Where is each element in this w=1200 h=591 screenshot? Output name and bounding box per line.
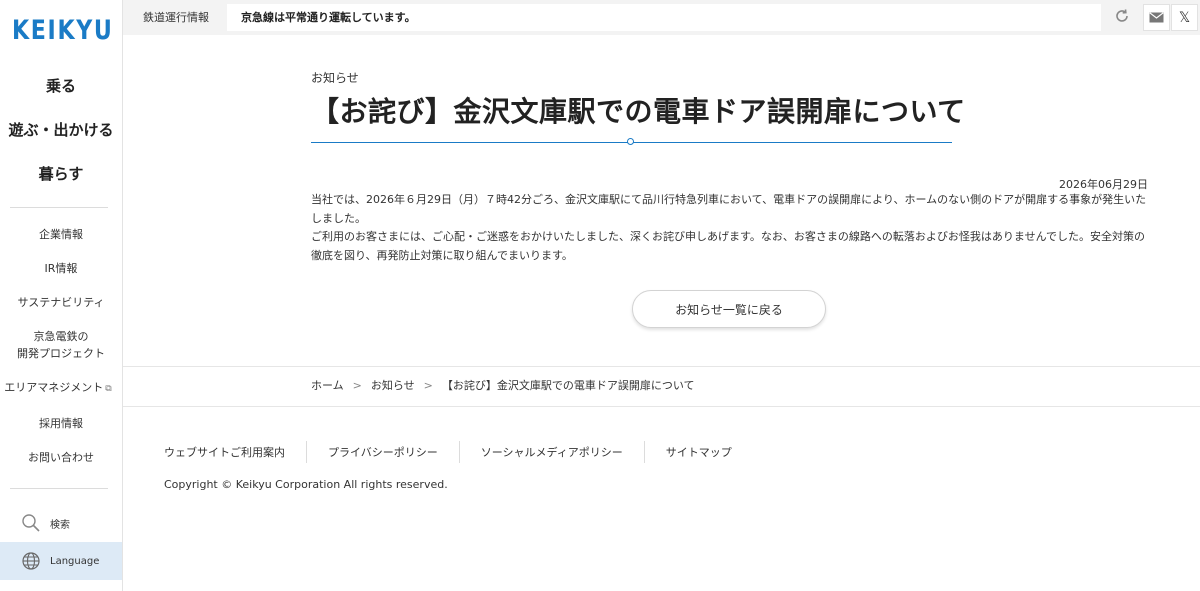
search-label: 検索 (50, 519, 70, 531)
breadcrumb-divider (123, 406, 1200, 407)
mail-button[interactable] (1143, 4, 1170, 31)
footer-link-privacy[interactable]: プライバシーポリシー (328, 444, 438, 460)
title-underline-dot (627, 138, 634, 145)
breadcrumb: ホーム > お知らせ > 【お詫び】金沢文庫駅での電車ドア誤開扉について (311, 377, 695, 393)
nav-ir-info[interactable]: IR情報 (0, 260, 122, 277)
footer-link-social-media-policy[interactable]: ソーシャルメディアポリシー (481, 444, 623, 460)
page-title: 【お詫び】金沢文庫駅での電車ドア誤開扉について (311, 95, 966, 128)
article-paragraph: ご利用のお客さまには、ご心配・ご迷惑をおかけいたしました、深くお詫び申しあげます… (311, 230, 1146, 262)
language-button[interactable]: Language (0, 542, 122, 580)
article-date: 2026年06月29日 (1059, 178, 1148, 191)
footer-link-site-guide[interactable]: ウェブサイトご利用案内 (164, 444, 285, 460)
mail-icon (1149, 8, 1164, 27)
refresh-icon (1114, 8, 1130, 28)
breadcrumb-separator: > (423, 379, 433, 392)
search-icon (20, 512, 42, 534)
train-status-bar: 鉄道運行情報 京急線は平常通り運転しています。 𝕏 (123, 0, 1200, 35)
breadcrumb-home[interactable]: ホーム (311, 379, 344, 392)
sidebar-divider (10, 488, 108, 489)
footer-link-divider (306, 441, 307, 463)
nav-recruit[interactable]: 採用情報 (0, 415, 122, 432)
footer-links: ウェブサイトご利用案内 プライバシーポリシー ソーシャルメディアポリシー サイト… (164, 441, 732, 463)
language-label: Language (50, 555, 100, 567)
nav-development-projects[interactable]: 京急電鉄の 開発プロジェクト (0, 328, 122, 362)
train-status-label[interactable]: 鉄道運行情報 (143, 0, 209, 35)
nav-corporate-info[interactable]: 企業情報 (0, 226, 122, 243)
nav-play-outing[interactable]: 遊ぶ・出かける (0, 110, 122, 154)
nav-living[interactable]: 暮らす (0, 154, 122, 198)
nav-sustainability[interactable]: サステナビリティ (0, 294, 122, 311)
nav-ride[interactable]: 乗る (0, 66, 122, 110)
footer-link-divider (458, 441, 460, 463)
search-button[interactable]: 検索 (0, 504, 122, 542)
article-category: お知らせ (311, 71, 359, 85)
copyright: Copyright © Keikyu Corporation All right… (164, 478, 448, 491)
nav-development-line1: 京急電鉄の (33, 330, 89, 343)
nav-area-management[interactable]: エリアマネジメント ⧉ (0, 379, 122, 398)
sidebar: KEIKYU 乗る 遊ぶ・出かける 暮らす 企業情報 IR情報 サステナビリティ… (0, 0, 123, 591)
sub-nav: 企業情報 IR情報 サステナビリティ 京急電鉄の 開発プロジェクト エリアマネジ… (0, 220, 122, 466)
main-nav: 乗る 遊ぶ・出かける 暮らす (0, 66, 122, 198)
train-status-message[interactable]: 京急線は平常通り運転しています。 (227, 4, 1101, 31)
nav-contact[interactable]: お問い合わせ (0, 449, 122, 466)
x-icon: 𝕏 (1178, 9, 1191, 26)
external-link-icon: ⧉ (105, 384, 112, 394)
sidebar-divider (10, 207, 108, 208)
nav-development-line2: 開発プロジェクト (17, 347, 105, 360)
article-body: 当社では、2026年６月29日（月）７時42分ごろ、金沢文庫駅にて品川行特急列車… (311, 191, 1151, 265)
breadcrumb-separator: > (352, 379, 362, 392)
refresh-button[interactable] (1108, 4, 1135, 31)
breadcrumb-news[interactable]: お知らせ (371, 379, 415, 392)
nav-area-management-label: エリアマネジメント (4, 381, 104, 394)
x-share-button[interactable]: 𝕏 (1171, 4, 1198, 31)
footer-link-sitemap[interactable]: サイトマップ (666, 444, 732, 460)
globe-icon (20, 550, 42, 572)
footer-link-divider (643, 441, 645, 463)
article-paragraph: 当社では、2026年６月29日（月）７時42分ごろ、金沢文庫駅にて品川行特急列車… (311, 193, 1147, 225)
back-to-news-button[interactable]: お知らせ一覧に戻る (632, 290, 826, 328)
breadcrumb-divider (123, 366, 1200, 367)
keikyu-logo[interactable]: KEIKYU (12, 14, 112, 48)
breadcrumb-current: 【お詫び】金沢文庫駅での電車ドア誤開扉について (441, 379, 695, 392)
